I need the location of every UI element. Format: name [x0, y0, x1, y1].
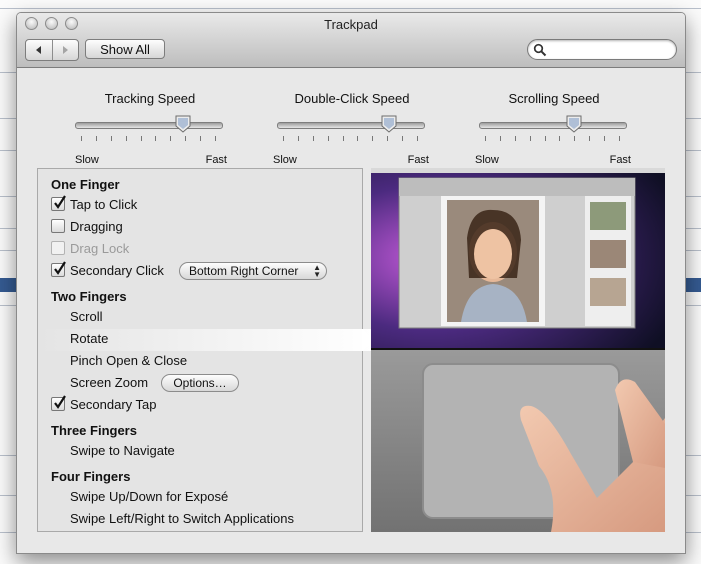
- slider-tick: [170, 136, 172, 141]
- dragging-checkbox[interactable]: [51, 219, 65, 233]
- back-forward-control: [25, 39, 79, 61]
- dragging-label[interactable]: Dragging: [70, 219, 123, 234]
- show-all-button[interactable]: Show All: [85, 39, 165, 59]
- tracking-speed-thumb[interactable]: [174, 115, 192, 133]
- slider-tick: [140, 136, 142, 141]
- bg-rule: [0, 8, 701, 9]
- four-fingers-heading: Four Fingers: [51, 469, 131, 484]
- slider-tick: [357, 136, 359, 141]
- pinch-gesture[interactable]: Pinch Open & Close: [70, 353, 187, 368]
- checkmark-icon: [54, 261, 66, 275]
- back-arrow-icon: [35, 46, 41, 54]
- slider-tick: [155, 136, 157, 141]
- slider-tick: [604, 136, 606, 141]
- checkmark-icon: [54, 395, 66, 409]
- scrolling-speed-label: Scrolling Speed: [508, 91, 600, 106]
- slider-tick: [402, 136, 404, 141]
- trackpad-preferences-window: Trackpad Show All Tracking Speed Slow Fa…: [16, 12, 686, 554]
- slider-tick: [342, 136, 344, 141]
- slider-tick: [559, 136, 561, 141]
- slider-tick: [544, 136, 546, 141]
- slider-tick: [125, 136, 127, 141]
- slider-tick: [312, 136, 314, 141]
- gesture-list-panel: One Finger Tap to Click Dragging Drag Lo…: [37, 168, 373, 532]
- search-icon: [533, 43, 547, 57]
- search-field[interactable]: [527, 39, 677, 60]
- tracking-speed-label: Tracking Speed: [104, 91, 196, 106]
- slider-tick: [514, 136, 516, 141]
- fast-label: Fast: [609, 154, 631, 166]
- slow-label: Slow: [273, 154, 297, 166]
- slider-tick: [417, 136, 418, 141]
- tap-to-click-label[interactable]: Tap to Click: [70, 197, 137, 212]
- slider-tick: [215, 136, 216, 141]
- secondary-click-corner-popup[interactable]: Bottom Right Corner ▲ ▼: [179, 262, 327, 280]
- swipe-to-navigate-gesture[interactable]: Swipe to Navigate: [70, 443, 175, 458]
- slider-tick: [297, 136, 299, 141]
- slow-label: Slow: [475, 154, 499, 166]
- slider-tick: [499, 136, 501, 141]
- screen-zoom-gesture[interactable]: Screen Zoom: [70, 375, 148, 390]
- slider-tick: [327, 136, 329, 141]
- double-click-speed-label: Double-Click Speed: [294, 91, 410, 106]
- secondary-click-checkbox[interactable]: [51, 261, 66, 277]
- tap-to-click-checkbox[interactable]: [51, 195, 66, 211]
- slow-label: Slow: [75, 154, 99, 166]
- slider-ticks: [81, 136, 216, 142]
- forward-button[interactable]: [51, 40, 79, 60]
- slider-tick: [81, 136, 82, 141]
- slider-tick: [110, 136, 112, 141]
- forward-arrow-icon: [63, 46, 69, 54]
- gesture-demo-illustration: [371, 168, 665, 532]
- slider-tick: [529, 136, 531, 141]
- slider-tick: [574, 136, 576, 141]
- slider-tick: [387, 136, 389, 141]
- slider-tick: [185, 136, 187, 141]
- expose-gesture[interactable]: Swipe Up/Down for Exposé: [70, 489, 228, 504]
- fast-label: Fast: [407, 154, 429, 166]
- gesture-demo-video: [371, 168, 665, 532]
- rotate-gesture[interactable]: Rotate: [70, 331, 108, 346]
- double-click-speed-track[interactable]: [277, 122, 425, 129]
- slider-tick: [200, 136, 202, 141]
- fast-label: Fast: [205, 154, 227, 166]
- slider-tick: [485, 136, 486, 141]
- slider-tick: [95, 136, 97, 141]
- slider-tick: [619, 136, 620, 141]
- drag-lock-checkbox[interactable]: [51, 241, 65, 255]
- secondary-tap-label[interactable]: Secondary Tap: [70, 397, 157, 412]
- secondary-click-corner-value: Bottom Right Corner: [189, 264, 299, 278]
- slider-tick: [372, 136, 374, 141]
- scroll-gesture[interactable]: Scroll: [70, 309, 103, 324]
- three-fingers-heading: Three Fingers: [51, 423, 137, 438]
- one-finger-heading: One Finger: [51, 177, 120, 192]
- two-fingers-heading: Two Fingers: [51, 289, 127, 304]
- double-click-speed-thumb[interactable]: [380, 115, 398, 133]
- scrolling-speed-track[interactable]: [479, 122, 627, 129]
- slider-ticks: [283, 136, 418, 142]
- toolbar: Trackpad Show All: [17, 13, 685, 68]
- slider-tick: [589, 136, 591, 141]
- slider-tick: [283, 136, 284, 141]
- secondary-tap-checkbox[interactable]: [51, 395, 66, 411]
- scrolling-speed-thumb[interactable]: [565, 115, 583, 133]
- back-button[interactable]: [26, 40, 52, 60]
- switch-applications-gesture[interactable]: Swipe Left/Right to Switch Applications: [70, 511, 294, 526]
- screen-zoom-options-button[interactable]: Options…: [161, 374, 239, 392]
- window-title: Trackpad: [324, 17, 378, 32]
- tracking-speed-track[interactable]: [75, 122, 223, 129]
- slider-ticks: [485, 136, 620, 142]
- drag-lock-label: Drag Lock: [70, 241, 130, 256]
- secondary-click-label[interactable]: Secondary Click: [70, 263, 164, 278]
- checkmark-icon: [54, 195, 66, 209]
- up-down-arrows-icon: ▲ ▼: [313, 263, 321, 279]
